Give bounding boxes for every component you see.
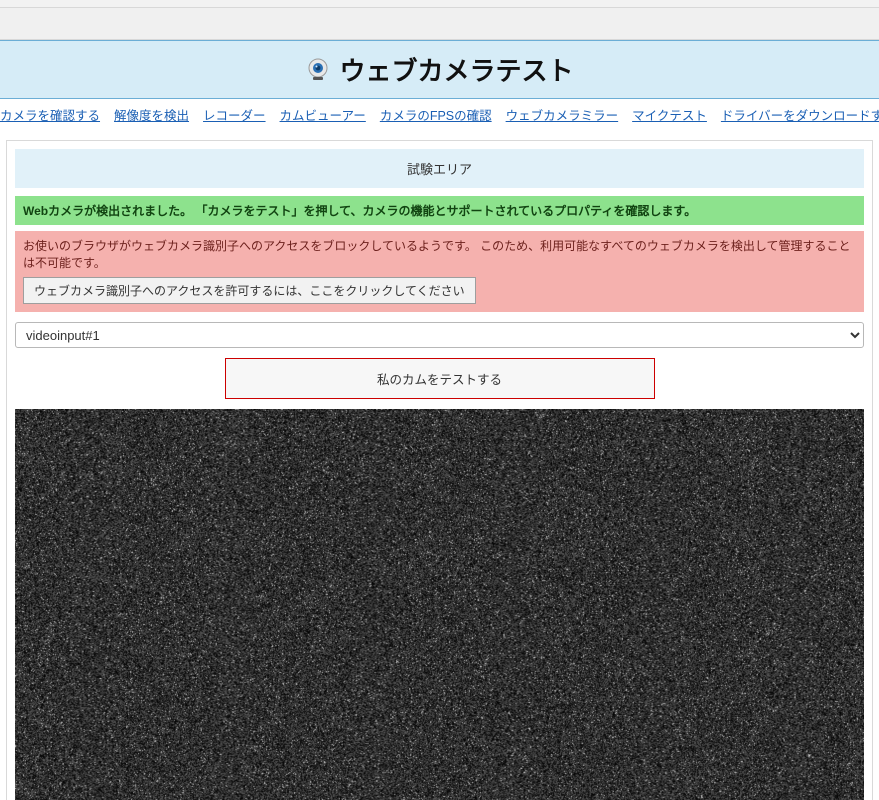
webcam-icon xyxy=(305,57,331,83)
main-panel: 試験エリア Webカメラが検出されました。 「カメラをテスト」を押して、カメラの… xyxy=(6,140,873,800)
device-select[interactable]: videoinput#1 xyxy=(15,322,864,348)
nav-item-fps-check[interactable]: カメラのFPSの確認 xyxy=(380,105,492,124)
nav-item-recorder[interactable]: レコーダー xyxy=(203,105,266,124)
alert-blocked-text: お使いのブラウザがウェブカメラ識別子へのアクセスをブロックしているようです。 こ… xyxy=(23,237,856,271)
nav-item-cam-viewer[interactable]: カムビューアー xyxy=(280,105,366,124)
header-panel: ウェブカメラテスト xyxy=(0,40,879,99)
nav-item-download-driver[interactable]: ドライバーをダウンロードする xyxy=(721,105,879,124)
page-title: ウェブカメラテスト xyxy=(339,51,573,88)
alert-identifier-blocked: お使いのブラウザがウェブカメラ識別子へのアクセスをブロックしているようです。 こ… xyxy=(15,231,864,312)
nav-item-check-camera[interactable]: カメラを確認する xyxy=(0,105,100,124)
allow-identifier-access-button[interactable]: ウェブカメラ識別子へのアクセスを許可するには、ここをクリックしてください xyxy=(23,277,476,304)
section-title: 試験エリア xyxy=(15,149,864,188)
top-band-2 xyxy=(0,8,879,40)
video-preview-canvas xyxy=(15,409,864,800)
alert-camera-detected: Webカメラが検出されました。 「カメラをテスト」を押して、カメラの機能とサポー… xyxy=(15,196,864,225)
video-preview-noise xyxy=(15,409,864,800)
nav-item-detect-resolution[interactable]: 解像度を検出 xyxy=(114,105,189,124)
nav-item-webcam-mirror[interactable]: ウェブカメラミラー xyxy=(506,105,619,124)
nav-item-mic-test[interactable]: マイクテスト xyxy=(632,105,707,124)
nav-row: カメラを確認する 解像度を検出 レコーダー カムビューアー カメラのFPSの確認… xyxy=(0,99,879,130)
test-my-cam-button[interactable]: 私のカムをテストする xyxy=(225,358,655,399)
top-band-1 xyxy=(0,0,879,8)
